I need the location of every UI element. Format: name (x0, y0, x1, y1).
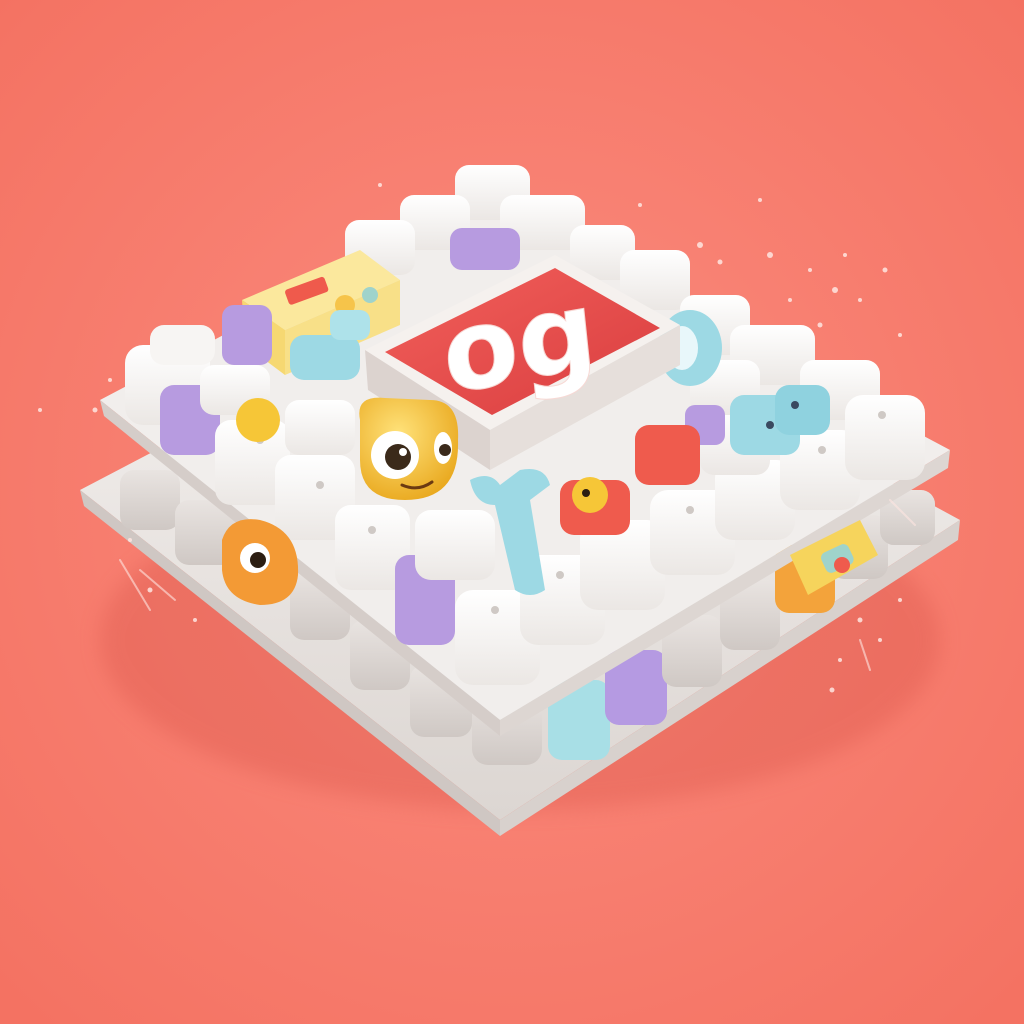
purple-cube-left (222, 305, 272, 365)
render-canvas: og (0, 0, 1024, 1024)
scene: og (0, 0, 1024, 1024)
logo-text-group: og (436, 265, 602, 420)
red-block (635, 425, 700, 485)
yellow-ball-small (236, 398, 280, 442)
yellow-smiley-character (359, 397, 459, 500)
logo-text: og (437, 265, 602, 419)
small-orange-figure (560, 477, 630, 535)
